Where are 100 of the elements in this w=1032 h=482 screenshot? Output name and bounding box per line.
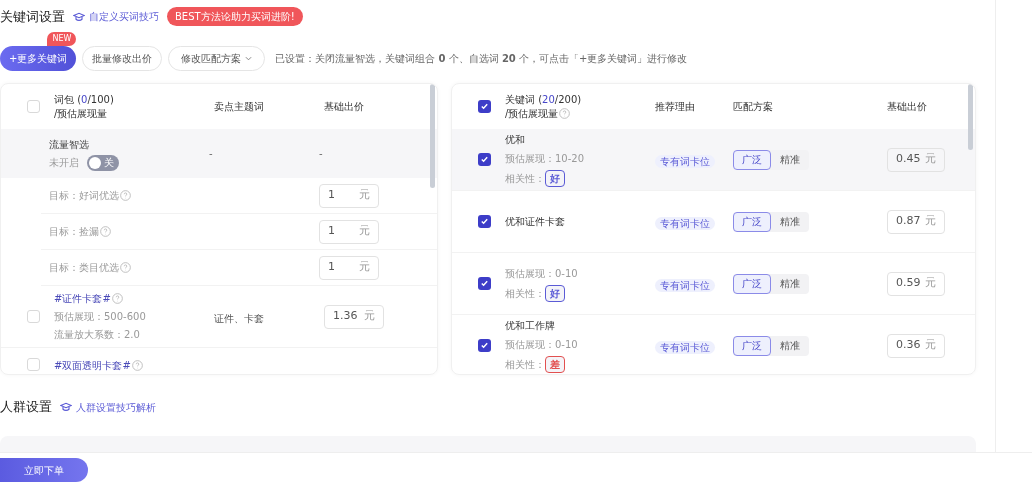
match-option[interactable]: 广泛 [733,335,771,356]
reason-tag: 专有词卡位 [655,154,715,168]
bid-value: 1 [328,223,335,240]
scrollbar-thumb[interactable] [968,84,973,150]
checkmark-icon [480,155,489,164]
reason-tag: 专有词卡位 [655,216,715,230]
checkmark-icon [480,217,489,226]
section-title: 人群设置 [0,398,52,417]
caret-icon [245,55,253,61]
tip-link[interactable]: 自定义买词技巧 [73,9,159,24]
reason-tag: 专有词卡位 [655,278,715,292]
checkbox[interactable] [478,215,491,228]
bid-value: 0.36 [896,337,921,354]
table-cell-text: - [209,147,214,161]
bid-value: 0.59 [896,275,921,292]
bid-field[interactable]: 0.59 元 [887,271,945,296]
keyword-name: 优和 [505,133,526,147]
checkmark-icon [480,279,489,288]
target-label: 目标：好词优选 [49,189,119,203]
bid-value: 1.36 [333,308,358,325]
match-option[interactable]: 广泛 [733,211,771,232]
column-header: 基础出价 [887,100,928,114]
section-title: 关键词设置 [0,7,65,26]
row-title: 流量智选 [49,137,90,152]
graduation-cap-icon [60,401,72,413]
help-icon[interactable] [559,108,571,119]
bid-field[interactable]: 1 元 [319,183,379,208]
target-label: 目标：捡漏 [49,225,99,239]
tip-link[interactable]: 人群设置技巧解析 [60,399,156,415]
estimate-label: 预估展现：10-20 [505,152,586,166]
checkbox[interactable] [478,153,491,166]
relevance-tag: 好 [545,284,565,302]
bid-value: 1 [328,187,335,204]
column-header: 匹配方案 [733,100,774,114]
table-cell-text: - [319,147,324,161]
unit-label: 元 [359,187,370,204]
unit-label: 元 [359,259,370,276]
match-option[interactable]: 精准 [771,335,809,356]
checkbox[interactable] [27,310,40,323]
column-header: 词包 (0/100) /预估展现量 [54,92,115,121]
bid-field[interactable]: 0.87 元 [887,209,945,234]
bid-value: 1 [328,259,335,276]
relevance-tag: 好 [545,170,565,187]
checkbox[interactable] [478,339,491,352]
relevance-tag: 差 [545,356,565,373]
table-cell: 证件、卡套 [214,312,264,324]
unit-label: 元 [925,337,936,354]
reason-tag: 专有词卡位 [655,340,715,354]
column-header: 基础出价 [324,100,365,114]
status-label: 未开启 [49,156,79,170]
estimate-label: 预估展现：500-600 [54,310,147,324]
help-icon[interactable] [120,262,131,273]
unit-label: 元 [364,308,375,325]
bid-value: 0.87 [896,213,921,230]
bid-field[interactable]: 1 元 [319,255,379,280]
bid-field[interactable]: 0.36 元 [887,333,945,358]
checkbox[interactable] [478,277,491,290]
help-icon[interactable] [100,226,111,237]
bid-value: 0.45 [896,151,921,168]
target-label: 目标：类目优选 [49,261,119,275]
checkmark-icon [480,341,489,350]
bid-field[interactable]: 0.45 元 [887,147,945,172]
new-badge: NEW [47,32,77,46]
checkbox[interactable] [27,358,40,371]
checkmark-icon [480,102,489,111]
estimate-label: 预估展现：0-10 [505,338,579,352]
match-option[interactable]: 精准 [771,149,809,170]
factor-label: 流量放大系数：2.0 [54,328,141,342]
checkbox[interactable] [27,100,40,113]
word-package-name: #双面透明卡套# [54,359,131,373]
relevance-label: 相关性： [505,358,545,372]
graduation-cap-icon [73,10,85,23]
unit-label: 元 [925,275,936,292]
relevance-label: 相关性： [505,286,545,301]
bid-field[interactable]: 1.36 元 [324,304,384,329]
relevance-label: 相关性： [505,172,545,186]
match-option[interactable]: 精准 [771,211,809,232]
estimate-label: 预估展现：0-10 [505,266,579,281]
column-header: /预估展现量 [505,106,559,121]
help-icon[interactable] [131,360,143,371]
add-keyword-button[interactable]: +更多关键词 [0,46,77,71]
scrollbar-thumb[interactable] [430,84,435,188]
keyword-name: 优和工作牌 [505,319,556,333]
settings-summary: 已设置：关闭流量智选，关键词组合 0 个、自选词 20 个，可点击「+更多关键词」进行修改 [275,51,688,66]
checkbox[interactable] [478,100,491,113]
match-option[interactable]: 精准 [771,273,809,294]
unit-label: 元 [925,151,936,168]
column-header: 关键词 (20/200) [505,92,583,107]
help-icon[interactable] [111,293,123,304]
match-option[interactable]: 广泛 [733,273,771,294]
column-header: 推荐理由 [655,100,696,114]
bid-field[interactable]: 1 元 [319,219,379,244]
unit-label: 元 [925,213,936,230]
unit-label: 元 [359,223,370,240]
promo-badge: BEST方法论助力买词进阶! [167,7,303,26]
word-package-name: #证件卡套# [54,292,111,306]
order-now-button[interactable]: 立即下单 [0,458,88,482]
column-header: 卖点主题词 [214,100,265,114]
match-option[interactable]: 广泛 [733,149,771,170]
help-icon[interactable] [120,190,131,201]
